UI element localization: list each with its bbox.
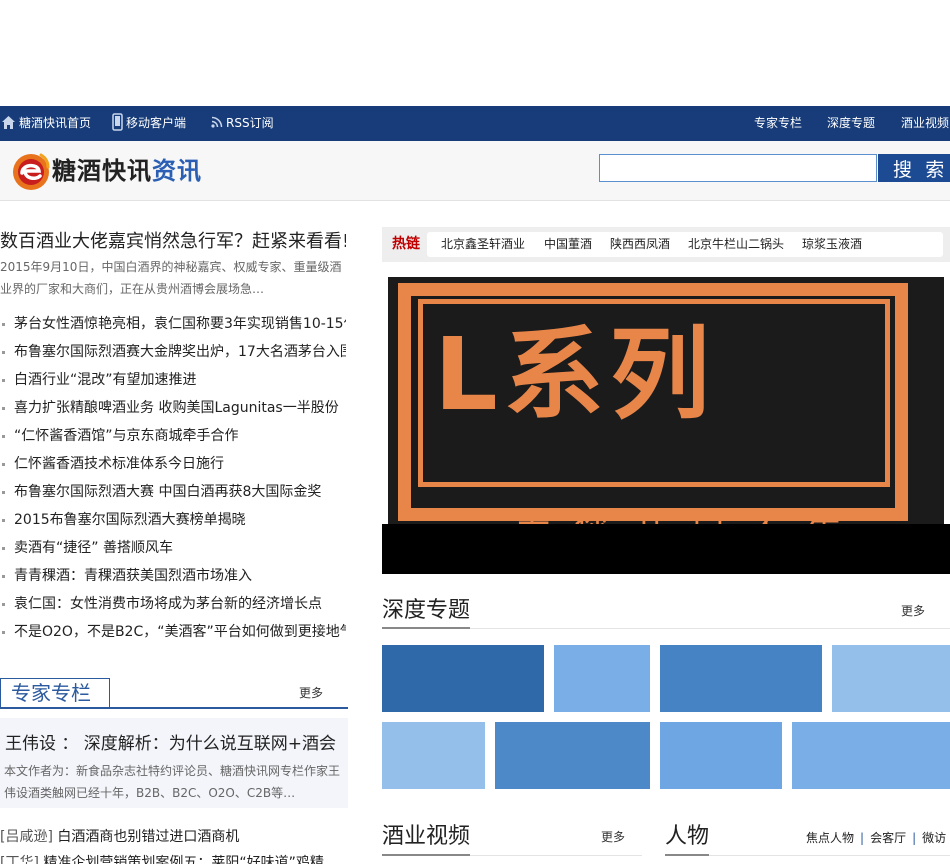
depth-topic-tile[interactable] xyxy=(554,645,650,712)
expert-feature-box: 王伟设 ： 深度解析：为什么说互联网+酒会 本文作者为：新食品杂志社特约评论员、… xyxy=(0,718,348,808)
depth-topic-tile[interactable] xyxy=(495,722,650,789)
rss-icon xyxy=(211,116,223,128)
home-icon xyxy=(2,115,15,129)
people-nav-micro-interview[interactable]: 微访 xyxy=(922,831,946,845)
logo-text-secondary: 资讯 xyxy=(152,157,202,185)
nav-mobile-label: 移动客户端 xyxy=(126,116,187,130)
depth-topic-tile[interactable] xyxy=(382,722,485,789)
nav-video[interactable]: 酒业视频 xyxy=(901,106,949,141)
banner-sign-text: L系列 xyxy=(434,316,716,433)
hot-links-bar: 热链 北京鑫圣轩酒业 中国董酒 陕西西凤酒 北京牛栏山二锅头 琼浆玉液酒 xyxy=(382,227,950,262)
banner-caption-bar xyxy=(382,524,950,574)
hot-links-label: 热链 xyxy=(392,236,420,252)
nav-expert-column[interactable]: 专家专栏 xyxy=(754,106,802,141)
nav-mobile-link[interactable]: 移动客户端 xyxy=(112,106,186,141)
people-nav-focus[interactable]: 焦点人物 xyxy=(806,831,854,845)
people-nav-separator: | xyxy=(860,831,865,845)
people-heading-underline xyxy=(665,854,709,856)
depth-more-link[interactable]: 更多 xyxy=(901,602,925,619)
video-heading: 酒业视频 xyxy=(382,824,471,849)
news-item[interactable]: 茅台女性酒惊艳亮相，袁仁国称要3年实现销售10-15亿 xyxy=(0,310,346,338)
search-input[interactable] xyxy=(599,154,877,182)
news-item[interactable]: 袁仁国：女性消费市场将成为茅台新的经济增长点 xyxy=(0,590,346,618)
expert-column-divider xyxy=(0,707,348,709)
news-item[interactable]: 白酒行业“混改”有望加速推进 xyxy=(0,366,346,394)
news-list: 茅台女性酒惊艳亮相，袁仁国称要3年实现销售10-15亿 布鲁塞尔国际烈酒赛大金牌… xyxy=(0,310,346,646)
depth-topic-tile[interactable] xyxy=(660,722,782,789)
expert-article-title: 精准企划营销策划案例五：莱阳“好味道”鸡精 xyxy=(38,855,324,864)
depth-heading-underline xyxy=(382,627,470,629)
logo-text-primary: 糖酒快讯 xyxy=(52,157,152,185)
news-item[interactable]: 布鲁塞尔国际烈酒赛大金牌奖出炉，17大名酒茅台入围 xyxy=(0,338,346,366)
site-logo-text[interactable]: 糖酒快讯资讯 xyxy=(52,151,202,186)
search-button[interactable]: 搜 索 xyxy=(878,154,950,182)
site-header: 糖酒快讯资讯 搜 索 xyxy=(0,141,950,201)
news-item[interactable]: 喜力扩张精酿啤酒业务 收购美国Lagunitas一半股份 xyxy=(0,394,346,422)
news-item[interactable]: 仁怀酱香酒技术标准体系今日施行 xyxy=(0,450,346,478)
hot-link[interactable]: 陕西西凤酒 xyxy=(610,232,670,257)
people-nav-guest-room[interactable]: 会客厅 xyxy=(870,831,906,845)
depth-topic-tile[interactable] xyxy=(382,645,544,712)
expert-article-link[interactable]: [丁华] 精准企划营销策划案例五：莱阳“好味道”鸡精 xyxy=(0,852,346,864)
nav-home-label: 糖酒快讯首页 xyxy=(19,116,92,130)
expert-more-link[interactable]: 更多 xyxy=(299,684,323,701)
expert-article-title: 白酒酒商也别错过进口酒商机 xyxy=(52,829,240,845)
nav-rss-label: RSS订阅 xyxy=(226,116,274,130)
top-nav-bar: 糖酒快讯首页 移动客户端 RSS订阅 专家专栏 深度专题 酒业视频 xyxy=(0,106,950,141)
banner-image[interactable]: L系列 为您开启不生 xyxy=(388,277,944,535)
lead-headline[interactable]: 数百酒业大佬嘉宾悄然急行军？赶紧来看看! xyxy=(0,227,346,253)
hot-link[interactable]: 中国董酒 xyxy=(544,232,592,257)
depth-topic-tile[interactable] xyxy=(832,645,950,712)
news-item[interactable]: 青青稞酒：青稞酒获美国烈酒市场准入 xyxy=(0,562,346,590)
news-item[interactable]: 卖酒有“捷径” 善搭顺风车 xyxy=(0,534,346,562)
expert-column-tab[interactable]: 专家专栏 xyxy=(0,678,110,708)
hot-link[interactable]: 北京牛栏山二锅头 xyxy=(688,232,784,257)
hot-link[interactable]: 琼浆玉液酒 xyxy=(802,232,862,257)
people-nav-separator: | xyxy=(912,831,917,845)
nav-rss-link[interactable]: RSS订阅 xyxy=(211,106,274,141)
depth-topic-tile[interactable] xyxy=(792,722,950,789)
expert-author-tag: [吕咸逊] xyxy=(0,829,53,845)
news-item[interactable]: 布鲁塞尔国际烈酒大赛 中国白酒再获8大国际金奖 xyxy=(0,478,346,506)
news-item[interactable]: “仁怀酱香酒馆”与京东商城牵手合作 xyxy=(0,422,346,450)
nav-depth-topic[interactable]: 深度专题 xyxy=(827,106,875,141)
site-logo-icon[interactable] xyxy=(10,149,54,193)
lead-summary: 2015年9月10日，中国白酒界的神秘嘉宾、权威专家、重量级酒业界的厂家和大商们… xyxy=(0,260,342,296)
video-more-link[interactable]: 更多 xyxy=(601,828,625,845)
news-item[interactable]: 2015布鲁塞尔国际烈酒大赛榜单揭晓 xyxy=(0,506,346,534)
depth-topic-heading: 深度专题 xyxy=(382,598,471,623)
expert-feature-desc: 本文作者为：新食品杂志社特约评论员、糖酒快讯网专栏作家王伟设酒类触网已经十年，B… xyxy=(4,764,341,800)
hot-link[interactable]: 北京鑫圣轩酒业 xyxy=(441,232,525,257)
people-subnav: 焦点人物 | 会客厅 | 微访 xyxy=(806,829,946,846)
news-item[interactable]: 不是O2O，不是B2C，“美酒客”平台如何做到更接地气 xyxy=(0,618,346,646)
nav-home-link[interactable]: 糖酒快讯首页 xyxy=(1,106,91,141)
expert-feature-title[interactable]: 王伟设 ： 深度解析：为什么说互联网+酒会 xyxy=(5,729,345,754)
people-heading: 人物 xyxy=(665,824,710,849)
video-heading-underline xyxy=(382,854,470,856)
banner-slideshow[interactable]: L系列 为您开启不生 xyxy=(382,271,950,574)
depth-topic-tile[interactable] xyxy=(660,645,822,712)
expert-article-link[interactable]: [吕咸逊] 白酒酒商也别错过进口酒商机 xyxy=(0,826,346,846)
mobile-phone-icon xyxy=(112,113,123,131)
hot-links-box: 北京鑫圣轩酒业 中国董酒 陕西西凤酒 北京牛栏山二锅头 琼浆玉液酒 xyxy=(427,232,943,257)
expert-author-tag: [丁华] xyxy=(0,855,39,864)
